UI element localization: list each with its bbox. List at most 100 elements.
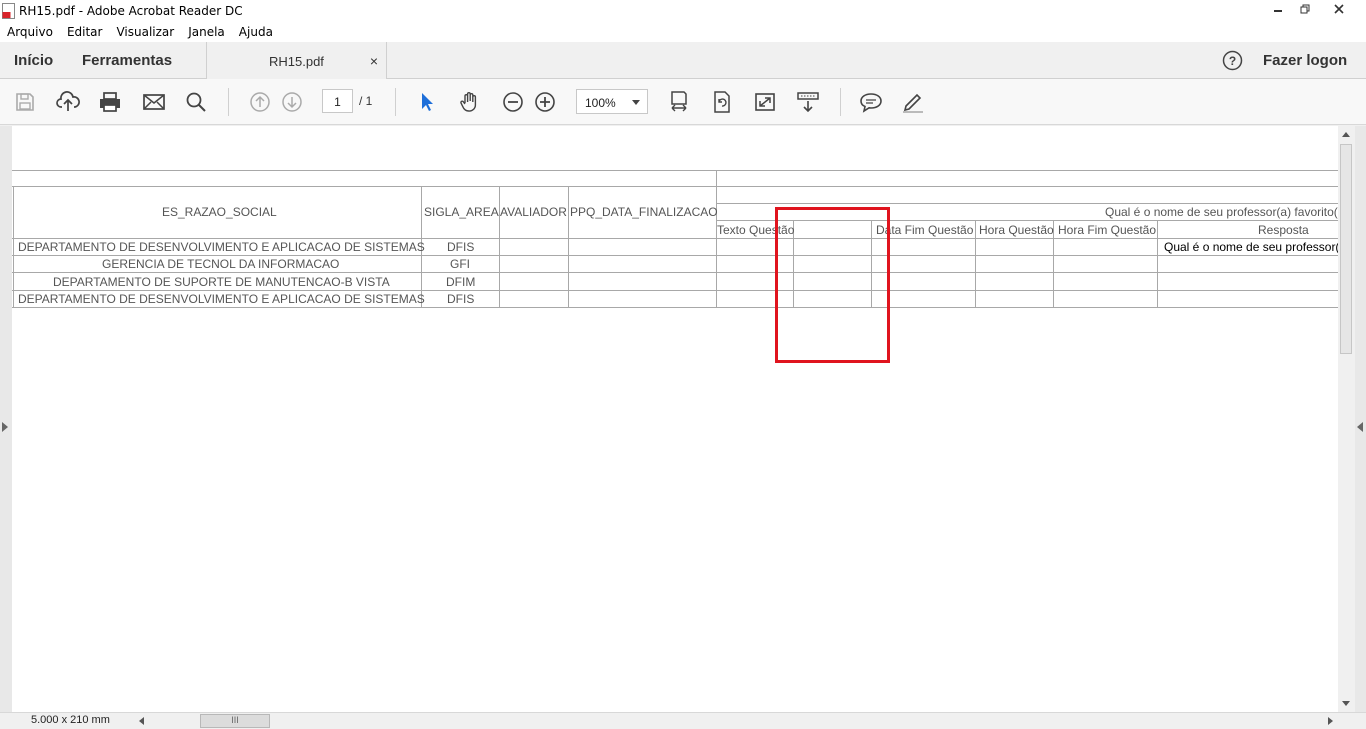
- table-row-resposta: Qual é o nome de seu professor(a: [1164, 240, 1338, 254]
- menu-visualizar[interactable]: Visualizar: [109, 22, 181, 42]
- menu-ajuda[interactable]: Ajuda: [232, 22, 280, 42]
- fullscreen-icon: [755, 93, 775, 111]
- rotate-button[interactable]: [709, 89, 735, 115]
- acrobat-window: RH15.pdf - Adobe Acrobat Reader DC Arqui…: [0, 0, 1366, 729]
- window-controls: [1264, 0, 1360, 18]
- page-up-icon: [250, 92, 270, 112]
- table-line: [716, 203, 1338, 204]
- table-row-sigla: DFIM: [446, 275, 476, 289]
- page-down-icon: [282, 92, 302, 112]
- tab-inicio[interactable]: Início: [14, 52, 53, 69]
- minimize-icon: [1273, 10, 1282, 12]
- table-line: [1157, 220, 1158, 307]
- zoom-in-button[interactable]: [532, 89, 558, 115]
- status-bar: 5.000 x 210 mm III: [0, 712, 1366, 729]
- save-icon: [16, 93, 34, 111]
- menu-janela[interactable]: Janela: [181, 22, 232, 42]
- page-number-input[interactable]: 1: [322, 89, 353, 113]
- table-line: [12, 255, 1338, 256]
- document-area[interactable]: ES_RAZAO_SOCIAL SIGLA_AREA AVALIADOR PPQ…: [0, 126, 1366, 712]
- scroll-left-icon[interactable]: [139, 717, 144, 725]
- page-up-button[interactable]: [247, 89, 273, 115]
- table-line: [716, 170, 717, 307]
- email-icon: [143, 94, 165, 110]
- header-hora-fim-questao: Hora Fim Questão: [1058, 223, 1157, 237]
- scroll-mode-button[interactable]: [795, 89, 821, 115]
- table-line: [12, 170, 1338, 171]
- print-icon: [100, 92, 120, 112]
- tab-ferramentas[interactable]: Ferramentas: [82, 52, 172, 69]
- table-line: [12, 272, 1338, 273]
- rotate-icon: [714, 91, 730, 113]
- vertical-scrollbar[interactable]: [1338, 126, 1355, 712]
- logon-button[interactable]: Fazer logon: [1263, 52, 1347, 69]
- table-row-sigla: DFIS: [447, 240, 475, 254]
- print-button[interactable]: [97, 89, 123, 115]
- table-row-sigla: GFI: [450, 257, 470, 271]
- table-line: [12, 290, 1338, 291]
- close-window-button[interactable]: [1318, 0, 1360, 18]
- scroll-right-icon[interactable]: [1328, 717, 1333, 725]
- tab-bar: Início Ferramentas RH15.pdf × ? Fazer lo…: [0, 42, 1366, 80]
- restore-button[interactable]: [1291, 0, 1318, 18]
- tab-document-label: RH15.pdf: [269, 54, 324, 69]
- restore-icon: [1300, 4, 1309, 14]
- toolbar: 1 / 1 100%: [0, 79, 1366, 125]
- page-size-label: 5.000 x 210 mm: [31, 714, 110, 726]
- comment-button[interactable]: [858, 89, 884, 115]
- page-down-button[interactable]: [279, 89, 305, 115]
- select-cursor-icon: [422, 93, 433, 111]
- header-data-finalizacao: PPQ_DATA_FINALIZACAO: [570, 205, 718, 219]
- window-title: RH15.pdf - Adobe Acrobat Reader DC: [19, 4, 243, 18]
- left-pane-toggle[interactable]: [2, 422, 8, 432]
- minimize-button[interactable]: [1264, 0, 1291, 18]
- search-button[interactable]: [183, 89, 209, 115]
- upload-button[interactable]: [55, 89, 81, 115]
- upload-icon: [56, 91, 80, 111]
- chevron-down-icon: [632, 100, 640, 105]
- toolbar-separator: [395, 88, 396, 116]
- table-row-sigla: DFIS: [447, 292, 475, 306]
- horizontal-scroll-thumb[interactable]: III: [200, 714, 270, 728]
- horizontal-scrollbar[interactable]: III: [136, 714, 1336, 728]
- toolbar-separator: [840, 88, 841, 116]
- email-button[interactable]: [141, 89, 167, 115]
- help-icon[interactable]: ?: [1222, 50, 1243, 71]
- fit-page-button[interactable]: [666, 89, 692, 115]
- tab-document[interactable]: RH15.pdf ×: [206, 42, 387, 80]
- save-button[interactable]: [12, 89, 38, 115]
- header-question: Qual é o nome de seu professor(a) favori…: [1105, 205, 1338, 219]
- header-hora-questao: Hora Questão: [979, 223, 1054, 237]
- close-icon: [1334, 4, 1344, 14]
- select-tool-button[interactable]: [414, 89, 440, 115]
- header-razao-social: ES_RAZAO_SOCIAL: [162, 205, 277, 219]
- svg-text:?: ?: [1229, 54, 1236, 68]
- page-total: / 1: [359, 94, 373, 108]
- header-avaliador: AVALIADOR: [500, 205, 567, 219]
- fullscreen-button[interactable]: [752, 89, 778, 115]
- vertical-scroll-thumb[interactable]: [1340, 144, 1352, 354]
- zoom-in-icon: [535, 92, 555, 112]
- scroll-up-icon[interactable]: [1342, 132, 1350, 137]
- menu-arquivo[interactable]: Arquivo: [0, 22, 60, 42]
- fit-page-icon: [671, 91, 687, 112]
- search-icon: [186, 92, 206, 112]
- pdf-page: ES_RAZAO_SOCIAL SIGLA_AREA AVALIADOR PPQ…: [12, 126, 1338, 712]
- pdf-file-icon: [2, 3, 15, 19]
- table-line: [12, 186, 1338, 187]
- highlight-button[interactable]: [900, 89, 926, 115]
- highlight-icon: [903, 93, 923, 113]
- title-bar: RH15.pdf - Adobe Acrobat Reader DC: [0, 0, 1366, 22]
- menu-editar[interactable]: Editar: [60, 22, 110, 42]
- table-row-razao: DEPARTAMENTO DE DESENVOLVIMENTO E APLICA…: [18, 292, 425, 306]
- right-pane-toggle[interactable]: [1357, 422, 1363, 432]
- zoom-value: 100%: [585, 96, 616, 110]
- zoom-out-button[interactable]: [500, 89, 526, 115]
- table-line: [568, 186, 569, 307]
- hand-icon: [460, 92, 477, 112]
- table-line: [12, 238, 1338, 239]
- hand-tool-button[interactable]: [457, 89, 483, 115]
- zoom-select[interactable]: 100%: [576, 89, 648, 114]
- close-tab-button[interactable]: ×: [370, 53, 378, 69]
- scroll-down-icon[interactable]: [1342, 701, 1350, 706]
